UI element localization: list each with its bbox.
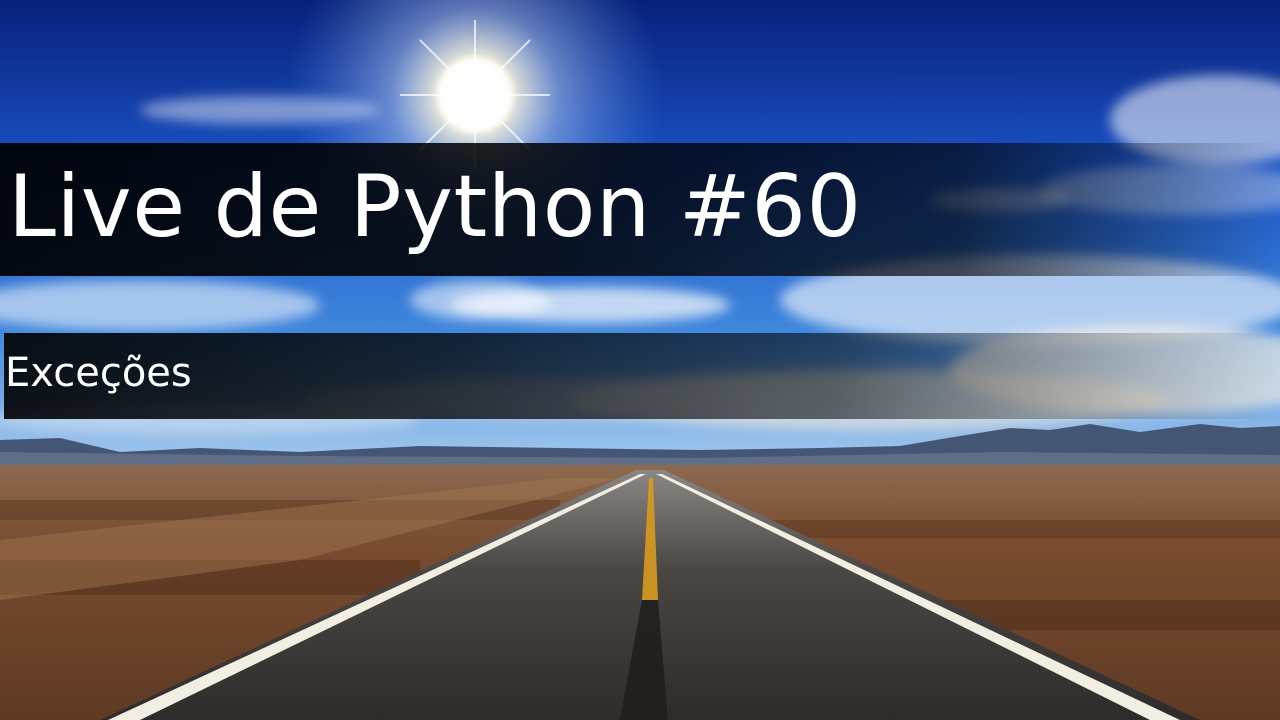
subtitle-banner: [4, 333, 1280, 419]
thumbnail-scene: Live de Python #60 Exceções: [0, 0, 1280, 720]
page-title: Live de Python #60: [8, 157, 862, 257]
page-subtitle: Exceções: [5, 350, 192, 396]
